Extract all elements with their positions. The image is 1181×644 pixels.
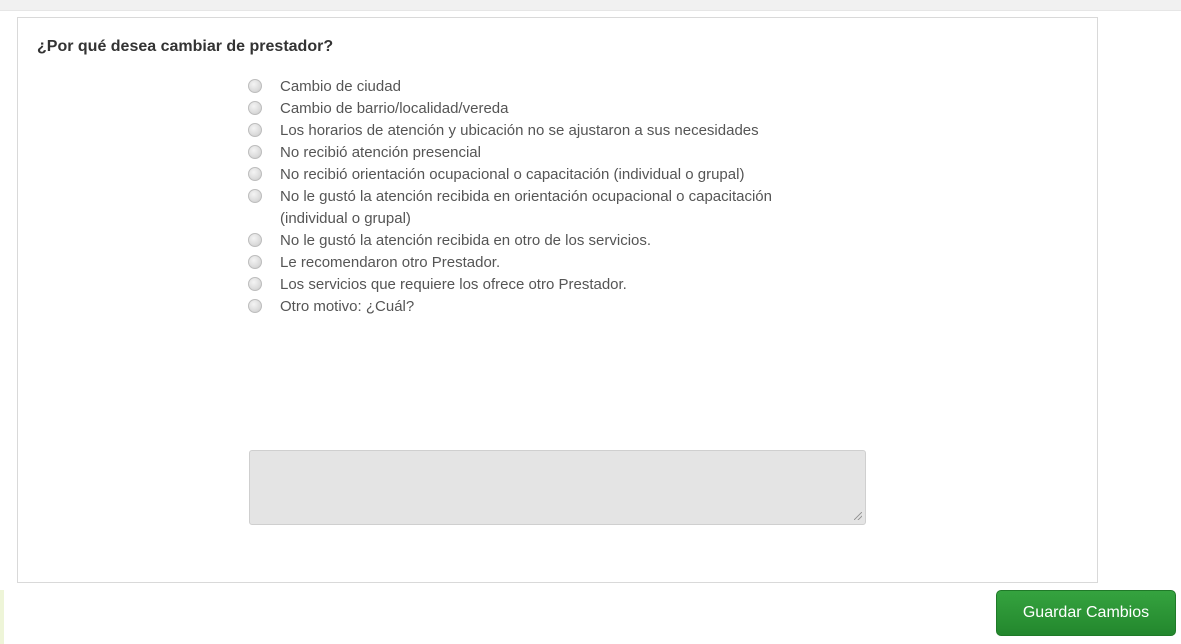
option-no-atencion-presencial[interactable]: No recibió atención presencial	[248, 142, 888, 164]
option-label: Cambio de barrio/localidad/vereda	[280, 100, 509, 117]
resize-grip-icon[interactable]	[854, 512, 862, 520]
option-no-orientacion[interactable]: No recibió orientación ocupacional o cap…	[248, 164, 888, 186]
question-label: ¿Por qué desea cambiar de prestador?	[37, 38, 334, 55]
save-button[interactable]: Guardar Cambios	[996, 590, 1176, 636]
option-recomendaron-prestador[interactable]: Le recomendaron otro Prestador.	[248, 252, 888, 274]
radio-button[interactable]	[248, 233, 262, 247]
option-no-gusto-orientacion[interactable]: No le gustó la atención recibida en orie…	[248, 186, 888, 230]
option-label: No recibió orientación ocupacional o cap…	[280, 166, 745, 183]
radio-button[interactable]	[248, 101, 262, 115]
radio-button[interactable]	[248, 255, 262, 269]
option-label: No recibió atención presencial	[280, 144, 481, 161]
option-cambio-barrio[interactable]: Cambio de barrio/localidad/vereda	[248, 98, 888, 120]
option-label: Los horarios de atención y ubicación no …	[280, 122, 759, 139]
option-label: Le recomendaron otro Prestador.	[280, 254, 501, 271]
radio-button[interactable]	[248, 299, 262, 313]
option-servicios-otro-prestador[interactable]: Los servicios que requiere los ofrece ot…	[248, 274, 888, 296]
other-reason-textarea[interactable]	[249, 450, 866, 525]
top-strip	[0, 0, 1181, 11]
option-label: Cambio de ciudad	[280, 78, 401, 95]
option-cambio-ciudad[interactable]: Cambio de ciudad	[248, 76, 888, 98]
option-label: Otro motivo: ¿Cuál?	[280, 298, 415, 315]
radio-button[interactable]	[248, 167, 262, 181]
reason-options: Cambio de ciudad Cambio de barrio/locali…	[248, 76, 888, 318]
option-no-gusto-servicios[interactable]: No le gustó la atención recibida en otro…	[248, 230, 888, 252]
radio-button[interactable]	[248, 123, 262, 137]
radio-button[interactable]	[248, 277, 262, 291]
left-accent	[0, 590, 4, 644]
radio-button[interactable]	[248, 145, 262, 159]
radio-button[interactable]	[248, 189, 262, 203]
option-label: No le gustó la atención recibida en otro…	[280, 232, 652, 249]
radio-button[interactable]	[248, 79, 262, 93]
option-otro-motivo[interactable]: Otro motivo: ¿Cuál?	[248, 296, 888, 318]
option-label: No le gustó la atención recibida en orie…	[280, 188, 772, 227]
option-horarios[interactable]: Los horarios de atención y ubicación no …	[248, 120, 888, 142]
option-label: Los servicios que requiere los ofrece ot…	[280, 276, 627, 293]
